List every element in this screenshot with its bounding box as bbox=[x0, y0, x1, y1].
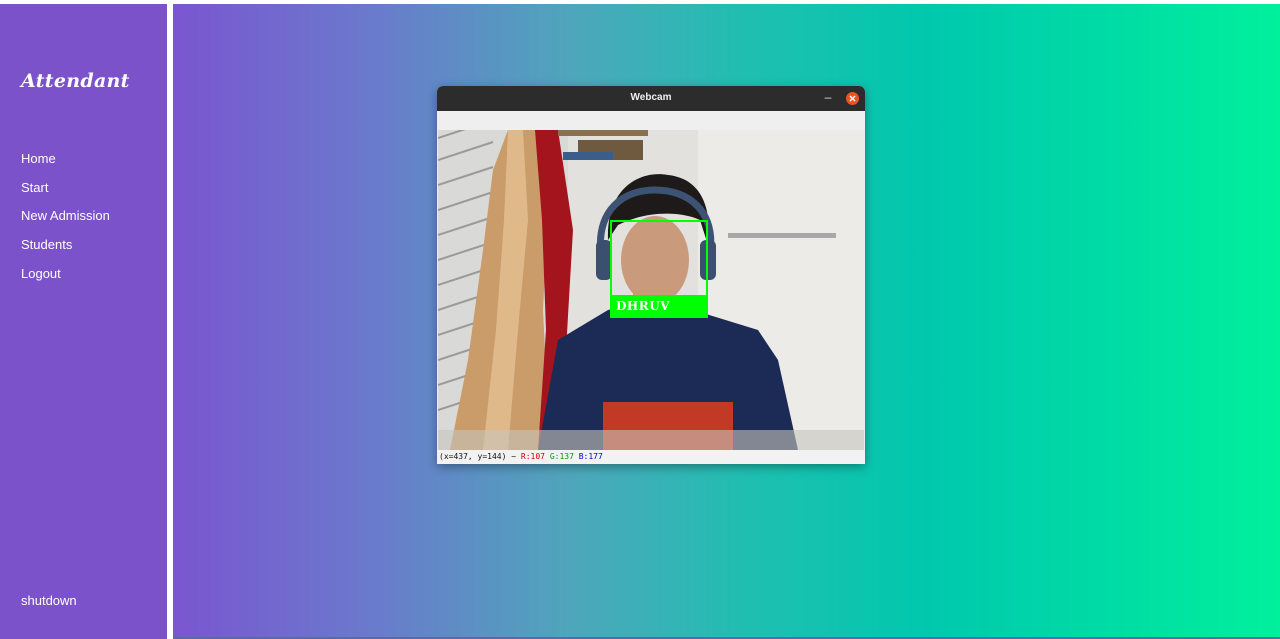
window-titlebar[interactable]: Webcam – bbox=[437, 86, 865, 111]
status-blue: B:177 bbox=[578, 452, 603, 461]
status-red: R:107 bbox=[520, 452, 545, 461]
minimize-icon[interactable]: – bbox=[822, 90, 834, 104]
window-title: Webcam bbox=[630, 92, 672, 103]
sidebar-item-home[interactable]: Home bbox=[21, 150, 110, 179]
face-detection-label: DHRUV bbox=[610, 295, 708, 318]
webcam-window[interactable]: Webcam – DHRUV (x=437, y=144) ~ R:107 G:… bbox=[437, 86, 865, 464]
close-icon[interactable] bbox=[846, 92, 859, 105]
sidebar: Attendant Home Start New Admission Stude… bbox=[0, 4, 167, 639]
sidebar-item-students[interactable]: Students bbox=[21, 236, 110, 265]
window-toolbar bbox=[437, 111, 865, 130]
sidebar-item-logout[interactable]: Logout bbox=[21, 265, 110, 294]
brand-logo[interactable]: Attendant bbox=[21, 70, 130, 92]
sidebar-item-new-admission[interactable]: New Admission bbox=[21, 207, 110, 236]
status-green: G:137 bbox=[549, 452, 574, 461]
window-statusbar: (x=437, y=144) ~ R:107 G:137 B:177 bbox=[437, 450, 865, 464]
sidebar-item-start[interactable]: Start bbox=[21, 179, 110, 208]
sidebar-nav: Home Start New Admission Students Logout bbox=[21, 150, 110, 293]
shutdown-link[interactable]: shutdown bbox=[21, 593, 77, 608]
status-coords: (x=437, y=144) ~ bbox=[439, 452, 517, 461]
